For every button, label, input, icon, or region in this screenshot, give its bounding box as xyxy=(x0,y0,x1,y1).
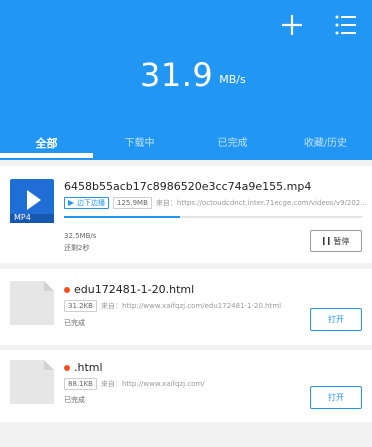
video-file-icon: MP4 xyxy=(10,179,54,223)
plus-icon[interactable] xyxy=(279,12,305,38)
file-meta: 31.2KB 来自：http://www.xaifqzj.com/edu1724… xyxy=(64,300,281,312)
open-button[interactable]: 打开 xyxy=(310,386,362,409)
file-type-label: MP4 xyxy=(14,213,31,222)
download-item[interactable]: MP4 6458b55acb17c8986520e3cc74a9e155.mp4… xyxy=(0,166,372,263)
file-meta: 88.1KB 来自：http://www.xaifqzj.com/ xyxy=(64,378,205,390)
file-name-row: .html xyxy=(64,361,103,374)
pause-icon xyxy=(322,237,329,245)
file-size: 88.1KB xyxy=(64,378,97,390)
download-status: 已完成 xyxy=(64,319,85,327)
file-source: 来自：http://www.xaifqzj.com/ xyxy=(100,380,205,388)
play-tag-label: 边下边播 xyxy=(77,199,105,207)
header: 31.9 MB/s 全部 下载中 已完成 收藏/历史 xyxy=(0,0,372,160)
status-dot xyxy=(64,287,70,293)
speed-unit: MB/s xyxy=(219,73,246,86)
download-item[interactable]: .html 88.1KB 来自：http://www.xaifqzj.com/ … xyxy=(0,350,372,422)
file-name: 6458b55acb17c8986520e3cc74a9e155.mp4 xyxy=(64,180,312,193)
time-remaining: 还剩2秒 xyxy=(64,244,90,252)
file-name-row: edu172481-1-20.html xyxy=(64,283,194,296)
download-progress-fill xyxy=(64,216,181,218)
open-button[interactable]: 打开 xyxy=(310,308,362,331)
status-dot xyxy=(64,365,70,371)
download-status: 已完成 xyxy=(64,396,85,404)
document-file-icon xyxy=(10,281,54,325)
list-icon[interactable] xyxy=(333,12,359,38)
tab-all[interactable]: 全部 xyxy=(0,134,93,154)
tab-indicator xyxy=(0,153,93,158)
download-item[interactable]: edu172481-1-20.html 31.2KB 来自：http://www… xyxy=(0,269,372,345)
file-meta: 边下边播 125.9MB 来自：https://octoudcdnct.inte… xyxy=(64,197,367,209)
tab-downloading[interactable]: 下载中 xyxy=(93,134,186,154)
pause-button[interactable]: 暂停 xyxy=(310,230,362,252)
play-while-downloading-tag[interactable]: 边下边播 xyxy=(64,197,109,209)
tab-favorites-history[interactable]: 收藏/历史 xyxy=(279,134,372,154)
play-icon xyxy=(68,200,74,206)
download-progress-bar xyxy=(64,216,362,218)
speed-display: 31.9 MB/s xyxy=(140,56,246,94)
tab-completed[interactable]: 已完成 xyxy=(186,134,279,154)
file-size: 31.2KB xyxy=(64,300,97,312)
speed-value: 31.9 xyxy=(140,56,214,94)
file-name: edu172481-1-20.html xyxy=(74,283,195,296)
file-source: 来自：https://octoudcdnct.inter.71ecge.com/… xyxy=(155,199,367,207)
file-source: 来自：http://www.xaifqzj.com/edu172481-1-20… xyxy=(100,302,282,310)
file-size: 125.9MB xyxy=(113,197,152,209)
file-name: .html xyxy=(74,361,103,374)
pause-button-label: 暂停 xyxy=(333,236,350,246)
document-file-icon xyxy=(10,360,54,404)
download-speed: 32.5MB/s xyxy=(64,232,97,240)
